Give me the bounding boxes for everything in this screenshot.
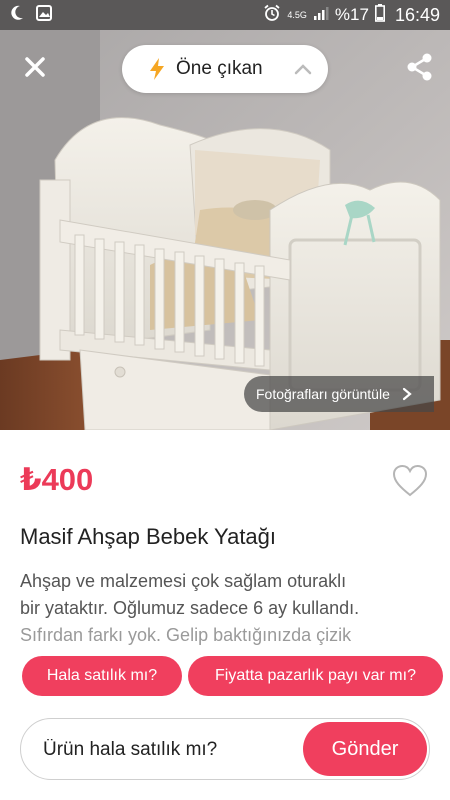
moon-icon bbox=[10, 5, 24, 26]
description-line: bir yataktır. Oğlumuz sadece 6 ay kullan… bbox=[20, 598, 360, 618]
quick-questions: Hala satılık mı? Fiyatta pazarlık payı v… bbox=[0, 656, 450, 696]
message-input[interactable] bbox=[43, 736, 293, 764]
clock: 16:49 bbox=[394, 4, 440, 25]
favorite-button[interactable] bbox=[392, 464, 428, 498]
battery-percent: %17 bbox=[334, 5, 369, 24]
lightning-bolt-icon bbox=[150, 58, 164, 80]
signal-icon bbox=[313, 5, 329, 26]
listing-title: Masif Ahşap Bebek Yatağı bbox=[20, 524, 277, 549]
featured-toggle[interactable]: Öne çıkan bbox=[122, 45, 328, 93]
network-type: 4.5G bbox=[287, 9, 307, 20]
status-bar: 4.5G %17 16:49 bbox=[0, 0, 450, 30]
send-button[interactable]: Gönder bbox=[303, 722, 427, 776]
view-photos-label: Fotoğrafları görüntüle bbox=[256, 386, 390, 402]
message-composer: Gönder bbox=[20, 718, 430, 780]
listing-price: ₺400 bbox=[20, 462, 94, 497]
gallery-notification-icon bbox=[36, 4, 52, 26]
listing-description: Ahşap ve malzemesi çok sağlam oturaklı b… bbox=[0, 568, 450, 668]
view-photos-button[interactable]: Fotoğrafları görüntüle bbox=[244, 376, 434, 412]
description-line: Ahşap ve malzemesi çok sağlam oturaklı bbox=[20, 571, 347, 591]
chevron-right-icon bbox=[402, 387, 412, 401]
heart-outline-icon bbox=[392, 464, 428, 497]
alarm-icon bbox=[263, 4, 281, 27]
listing-screen: 4.5G %17 16:49 Öne çıkan Fotoğrafları gö… bbox=[0, 0, 450, 800]
close-icon bbox=[25, 57, 45, 77]
quick-question-chip[interactable]: Fiyatta pazarlık payı var mı? bbox=[188, 656, 443, 696]
close-button[interactable] bbox=[18, 50, 52, 84]
quick-question-chip[interactable]: Hala satılık mı? bbox=[22, 656, 182, 696]
share-icon bbox=[407, 53, 432, 81]
share-button[interactable] bbox=[404, 50, 436, 84]
description-line: Sıfırdan farkı yok. Gelip baktığınızda ç… bbox=[20, 625, 352, 645]
featured-label: Öne çıkan bbox=[176, 58, 263, 79]
battery-icon bbox=[374, 3, 385, 27]
chevron-up-icon bbox=[294, 64, 312, 75]
